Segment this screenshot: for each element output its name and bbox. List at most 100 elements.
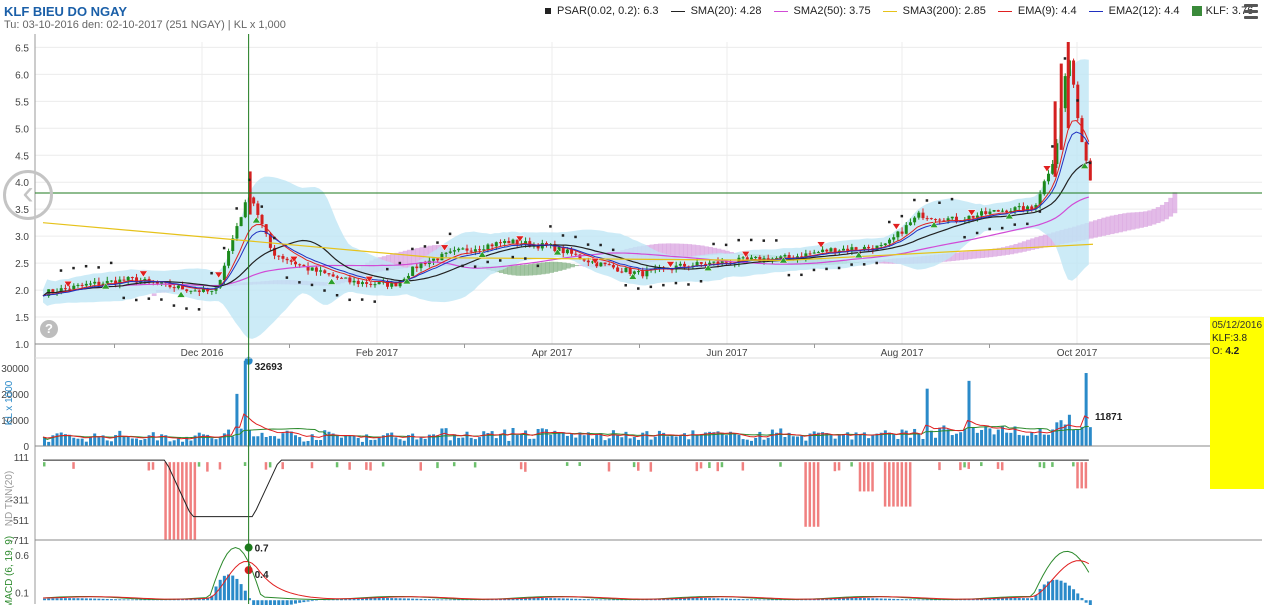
macd-bar xyxy=(1063,582,1067,601)
cloud-segment xyxy=(561,262,567,270)
volume-bar xyxy=(867,438,871,446)
volume-bar xyxy=(126,436,130,446)
y-tick-label: 6.5 xyxy=(15,43,29,54)
legend-item-sma200[interactable]: SMA3(200): 2.85 xyxy=(882,5,986,17)
indicator-bar xyxy=(473,462,477,468)
psar-dot xyxy=(197,308,201,311)
cloud-segment xyxy=(553,261,559,272)
volume-bar xyxy=(988,428,992,446)
volume-bar xyxy=(1067,414,1071,446)
macd-bar xyxy=(76,598,80,601)
volume-bar xyxy=(151,432,155,446)
macd-bar xyxy=(80,598,84,601)
volume-bar xyxy=(570,433,574,446)
volume-bar xyxy=(666,436,670,446)
psar-dot xyxy=(1051,145,1054,148)
macd-bar xyxy=(1038,588,1042,601)
candle xyxy=(695,262,699,266)
indicator-bars xyxy=(43,459,1089,540)
legend-item-psar[interactable]: PSAR(0.02, 0.2): 6.3 xyxy=(545,5,659,17)
menu-icon[interactable] xyxy=(1244,4,1258,22)
menu-line xyxy=(1244,16,1258,19)
macd-bar xyxy=(252,600,256,605)
macd-bar xyxy=(381,597,385,601)
candle xyxy=(344,277,348,279)
psar-dot xyxy=(850,263,853,266)
psar-dot xyxy=(147,297,151,300)
legend-item-sma20[interactable]: SMA(20): 4.28 xyxy=(670,5,761,17)
candle xyxy=(356,280,360,285)
candle xyxy=(210,290,214,292)
candle xyxy=(335,276,339,278)
volume-bar xyxy=(670,434,674,446)
legend-item-ema9[interactable]: EMA(9): 4.4 xyxy=(997,5,1077,17)
legend-item-sma50[interactable]: SMA2(50): 3.75 xyxy=(773,5,871,17)
cloud-segment xyxy=(699,245,705,256)
volume-bar xyxy=(89,437,93,446)
macd-bar xyxy=(766,599,770,601)
help-icon[interactable]: ? xyxy=(40,320,58,338)
psar-dot xyxy=(298,281,301,284)
psar-dot xyxy=(1088,161,1092,165)
macd-bar xyxy=(293,600,297,604)
volume-bar xyxy=(737,434,741,446)
cloud-segment xyxy=(1139,211,1144,228)
volume-bar xyxy=(277,438,281,446)
volume-bar xyxy=(980,429,984,446)
macd-bar xyxy=(231,575,235,601)
psar-dot xyxy=(800,273,803,277)
x-tick-label: Aug 2017 xyxy=(881,348,924,359)
volume-bar xyxy=(360,441,364,446)
psar-dot xyxy=(109,261,113,265)
macd-bar xyxy=(850,597,854,601)
volume-bar xyxy=(963,429,967,446)
volume-bar xyxy=(1072,429,1076,446)
x-tick-label: Apr 2017 xyxy=(532,348,573,359)
indicator-bar xyxy=(959,462,962,471)
psar-dot xyxy=(97,266,100,269)
volume-bar xyxy=(76,438,80,446)
psar-dot xyxy=(599,243,602,247)
indicator-bar xyxy=(967,462,971,469)
candle xyxy=(842,248,846,251)
volume-bar xyxy=(691,430,695,446)
psar-dot xyxy=(862,263,866,266)
candle xyxy=(84,283,88,286)
macd-bar xyxy=(101,598,105,601)
y-tick-label: 0.1 xyxy=(15,589,29,600)
candle xyxy=(452,250,456,252)
cloud-segment xyxy=(1151,208,1157,225)
x-tick-label: Jun 2017 xyxy=(706,348,748,359)
volume-bar xyxy=(168,441,172,446)
legend-item-ema12[interactable]: EMA2(12): 4.4 xyxy=(1088,5,1180,17)
psar-dot xyxy=(1076,99,1079,102)
volume-bar xyxy=(758,431,762,446)
macd-bar xyxy=(302,600,306,603)
candle xyxy=(988,211,992,215)
cloud-segment xyxy=(1093,220,1098,238)
candle xyxy=(461,248,465,250)
macd-bar xyxy=(1030,598,1034,601)
candle xyxy=(913,217,917,223)
volume-bar xyxy=(335,435,339,446)
macd-bar xyxy=(1055,579,1059,601)
macd-bar xyxy=(586,599,590,601)
chart-canvas[interactable]: 3269311871 0.70.4 1.01.52.02.53.03.54.04… xyxy=(0,0,1264,605)
volume-bar xyxy=(235,393,239,446)
volume-bar xyxy=(327,431,331,446)
candle xyxy=(745,257,749,260)
volume-bar xyxy=(695,434,699,446)
volume-bar xyxy=(503,429,507,446)
macd-bar xyxy=(553,598,557,601)
macd-bar xyxy=(578,598,582,601)
indicator-bar xyxy=(1080,462,1083,489)
scroll-left-icon[interactable]: ‹ xyxy=(3,170,53,220)
candle xyxy=(611,265,615,268)
psar-dot xyxy=(737,238,740,242)
volume-bar xyxy=(720,432,724,446)
psar-dot xyxy=(310,283,314,287)
psar-dot xyxy=(486,260,489,264)
psar-dot xyxy=(185,307,188,310)
macd-bar xyxy=(900,599,904,601)
psar-dot xyxy=(473,265,477,268)
